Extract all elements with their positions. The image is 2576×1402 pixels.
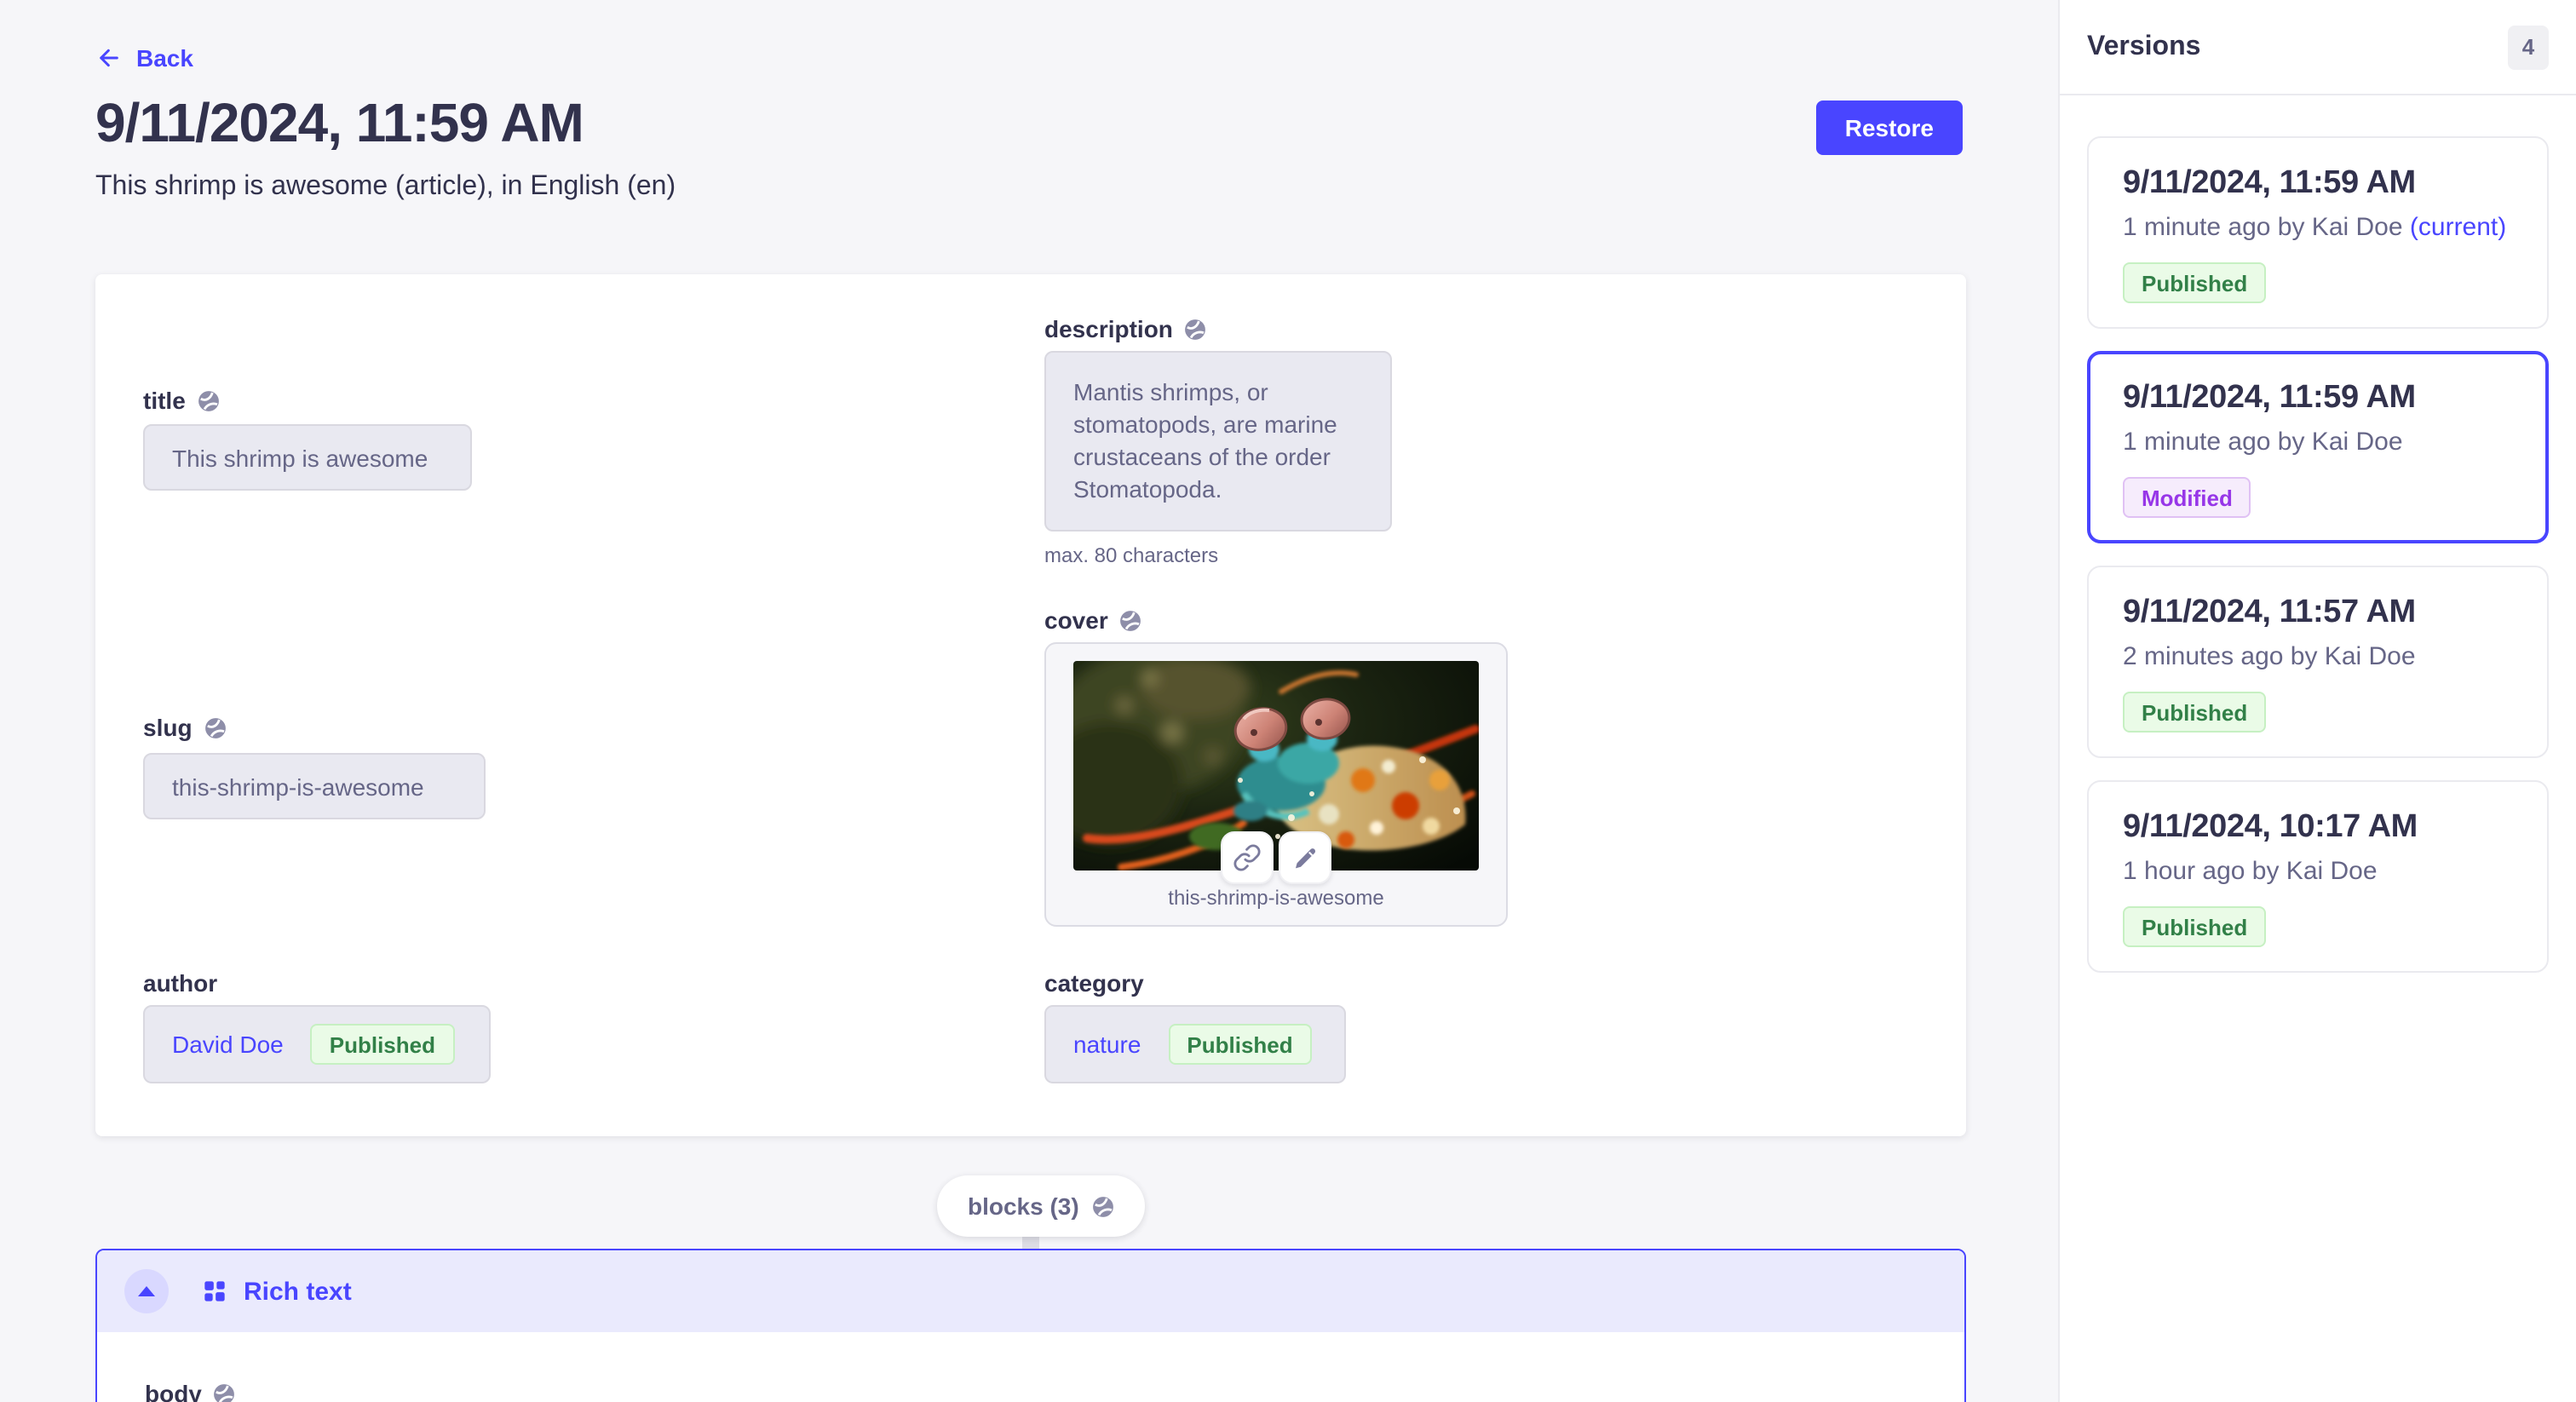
versions-count-badge: 4 <box>2508 25 2549 69</box>
version-meta: 1 minute ago by Kai Doe (current) <box>2123 213 2513 242</box>
author-status-badge: Published <box>311 1024 454 1065</box>
version-meta: 1 hour ago by Kai Doe <box>2123 857 2513 886</box>
version-card[interactable]: 9/11/2024, 11:59 AM 1 minute ago by Kai … <box>2087 136 2549 329</box>
body-field-label: body <box>145 1380 236 1402</box>
version-card[interactable]: 9/11/2024, 11:57 AM 2 minutes ago by Kai… <box>2087 566 2549 758</box>
pencil-icon <box>1291 844 1319 871</box>
globe-icon <box>204 716 227 738</box>
version-date: 9/11/2024, 11:57 AM <box>2123 595 2513 632</box>
globe-icon <box>1093 1195 1115 1217</box>
version-card[interactable]: 9/11/2024, 10:17 AM 1 hour ago by Kai Do… <box>2087 780 2549 973</box>
rich-text-component-block: Rich text body <box>95 1249 1966 1402</box>
version-date: 9/11/2024, 11:59 AM <box>2123 380 2513 417</box>
version-history-page: Back 9/11/2024, 11:59 AM This shrimp is … <box>0 0 2576 1402</box>
version-meta-text: 1 minute ago by Kai Doe <box>2123 213 2403 242</box>
cover-filename: this-shrimp-is-awesome <box>1046 886 1506 910</box>
status-badge: Published <box>2123 692 2266 733</box>
slug-field-label: slug <box>143 714 227 741</box>
version-date: 9/11/2024, 11:59 AM <box>2123 165 2513 203</box>
version-meta-text: 2 minutes ago by Kai Doe <box>2123 642 2416 671</box>
author-relation-link[interactable]: David Doe <box>172 1031 284 1058</box>
rich-text-accordion-header[interactable]: Rich text <box>97 1250 1964 1332</box>
rich-text-block-title: Rich text <box>244 1277 352 1306</box>
description-textarea: Mantis shrimps, or stomatopods, are mari… <box>1044 351 1392 531</box>
description-hint: max. 80 characters <box>1044 543 1218 567</box>
cover-media-card: this-shrimp-is-awesome <box>1044 642 1508 927</box>
versions-title: Versions <box>2087 32 2200 62</box>
version-status: Published <box>2123 692 2513 733</box>
entry-form-card: title This shrimp is awesome description… <box>95 274 1966 1136</box>
category-label-text: category <box>1044 969 1144 997</box>
title-input: This shrimp is awesome <box>143 424 472 491</box>
cover-actions <box>1221 831 1331 884</box>
author-relation-box: David Doe Published <box>143 1005 491 1083</box>
cover-edit-button[interactable] <box>1279 831 1331 884</box>
arrow-left-icon <box>95 44 123 72</box>
cover-field-label: cover <box>1044 606 1142 634</box>
main-content: Back 9/11/2024, 11:59 AM This shrimp is … <box>0 0 2058 1402</box>
category-field-label: category <box>1044 969 1144 997</box>
category-relation-box: nature Published <box>1044 1005 1346 1083</box>
component-grid-icon <box>203 1279 227 1303</box>
version-status: Published <box>2123 906 2513 947</box>
versions-sidebar: Versions 4 9/11/2024, 11:59 AM 1 minute … <box>2058 0 2576 1402</box>
version-meta-text: 1 minute ago by Kai Doe <box>2123 428 2403 457</box>
link-icon <box>1233 843 1262 872</box>
status-badge: Modified <box>2123 477 2251 518</box>
back-label: Back <box>136 44 193 72</box>
rich-text-body: body <box>97 1332 1964 1402</box>
body-label-text: body <box>145 1380 202 1402</box>
category-relation-link[interactable]: nature <box>1073 1031 1141 1058</box>
globe-icon <box>1185 318 1207 340</box>
author-label-text: author <box>143 969 217 997</box>
restore-button[interactable]: Restore <box>1816 101 1963 155</box>
blocks-field-pill: blocks (3) <box>937 1175 1146 1237</box>
cover-label-text: cover <box>1044 606 1108 634</box>
title-field-label: title <box>143 387 220 414</box>
version-list: 9/11/2024, 11:59 AM 1 minute ago by Kai … <box>2060 95 2576 1000</box>
slug-label-text: slug <box>143 714 193 741</box>
chevron-up-icon <box>138 1286 155 1296</box>
collapse-toggle-button[interactable] <box>124 1269 169 1313</box>
globe-icon <box>198 389 220 411</box>
version-meta-text: 1 hour ago by Kai Doe <box>2123 857 2378 886</box>
status-badge: Published <box>2123 262 2266 303</box>
versions-header: Versions 4 <box>2060 0 2576 95</box>
version-status: Modified <box>2123 477 2513 518</box>
category-status-badge: Published <box>1168 1024 1311 1065</box>
title-label-text: title <box>143 387 186 414</box>
page-subtitle: This shrimp is awesome (article), in Eng… <box>95 172 676 203</box>
current-version-label: (current) <box>2410 213 2506 242</box>
page-title: 9/11/2024, 11:59 AM <box>95 92 584 155</box>
cover-copy-link-button[interactable] <box>1221 831 1274 884</box>
version-meta: 1 minute ago by Kai Doe <box>2123 428 2513 457</box>
description-field-label: description <box>1044 315 1207 342</box>
version-date: 9/11/2024, 10:17 AM <box>2123 809 2513 847</box>
version-status: Published <box>2123 262 2513 303</box>
version-card-selected[interactable]: 9/11/2024, 11:59 AM 1 minute ago by Kai … <box>2087 351 2549 543</box>
blocks-label-text: blocks (3) <box>968 1192 1079 1220</box>
status-badge: Published <box>2123 906 2266 947</box>
description-label-text: description <box>1044 315 1173 342</box>
globe-icon <box>1120 609 1142 631</box>
globe-icon <box>214 1382 236 1402</box>
author-field-label: author <box>143 969 217 997</box>
slug-input: this-shrimp-is-awesome <box>143 753 486 819</box>
version-meta: 2 minutes ago by Kai Doe <box>2123 642 2513 671</box>
back-link[interactable]: Back <box>95 44 193 72</box>
